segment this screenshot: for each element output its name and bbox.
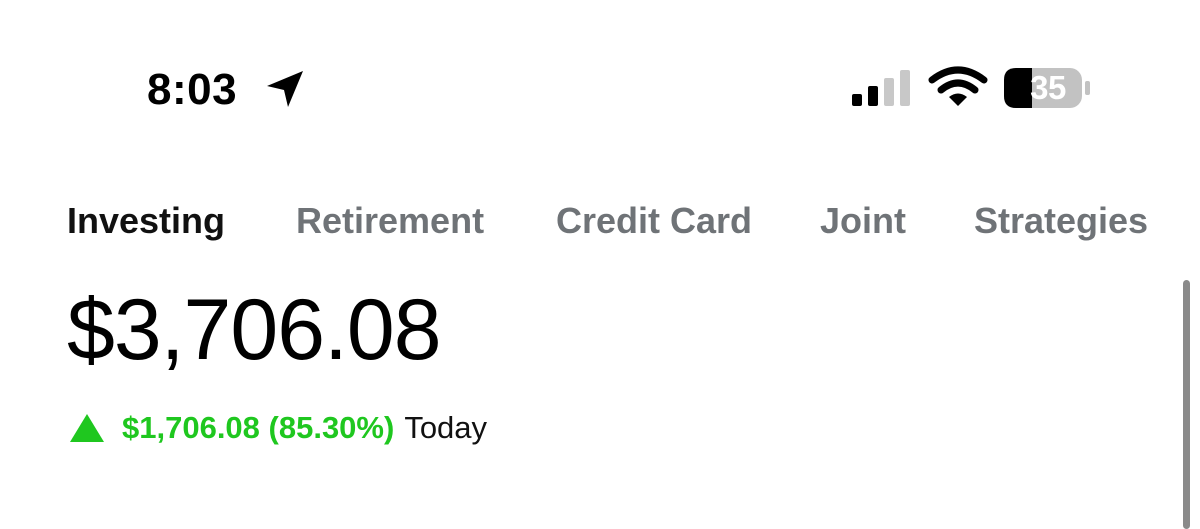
portfolio-balance: $3,706.08: [67, 282, 442, 378]
change-amount: $1,706.08 (85.30%): [122, 410, 395, 445]
tab-retirement[interactable]: Retirement: [296, 196, 484, 246]
tab-joint[interactable]: Joint: [820, 196, 906, 246]
battery-level: 35: [1030, 69, 1066, 106]
status-time: 8:03: [147, 65, 238, 114]
daily-change: $1,706.08 (85.30%) Today: [70, 408, 487, 448]
tab-strategies[interactable]: Strategies: [974, 196, 1148, 246]
scrollbar[interactable]: [1183, 280, 1190, 529]
up-triangle-icon: [70, 414, 104, 442]
wifi-icon: [928, 66, 988, 106]
app-screen: 8:03 35 Investing Retirement Credit Card…: [0, 0, 1200, 529]
signal-icon: [852, 70, 910, 106]
change-period: Today: [404, 410, 488, 445]
tab-investing[interactable]: Investing: [67, 196, 225, 246]
tab-credit-card[interactable]: Credit Card: [556, 196, 752, 246]
location-arrow-icon: [267, 71, 303, 107]
